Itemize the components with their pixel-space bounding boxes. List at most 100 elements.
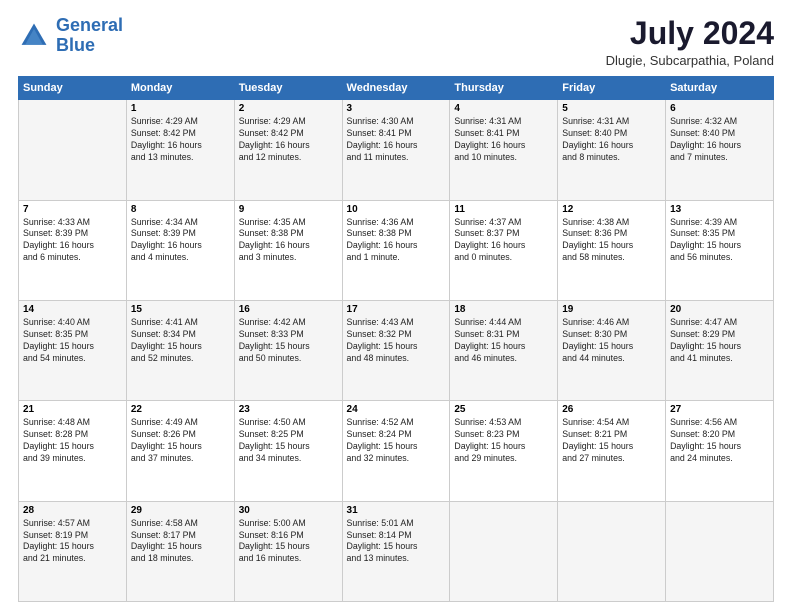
day-number: 26 (562, 404, 661, 415)
calendar-cell: 2 Sunrise: 4:29 AM Sunset: 8:42 PM Daylig… (234, 100, 342, 200)
day-number: 23 (239, 404, 338, 415)
day-number: 16 (239, 304, 338, 315)
calendar-week-row: 7 Sunrise: 4:33 AM Sunset: 8:39 PM Daylig… (19, 200, 774, 300)
calendar-cell (450, 501, 558, 601)
title-block: July 2024 Dlugie, Subcarpathia, Poland (606, 16, 774, 68)
calendar-week-row: 1 Sunrise: 4:29 AM Sunset: 8:42 PM Daylig… (19, 100, 774, 200)
calendar-week-row: 21Sunrise: 4:48 AM Sunset: 8:28 PM Dayli… (19, 401, 774, 501)
day-number: 28 (23, 505, 122, 516)
day-number: 13 (670, 204, 769, 215)
day-number: 8 (131, 204, 230, 215)
cell-info: Sunrise: 4:31 AM Sunset: 8:40 PM Dayligh… (562, 116, 661, 164)
weekday-header: Wednesday (342, 77, 450, 100)
cell-info: Sunrise: 5:01 AM Sunset: 8:14 PM Dayligh… (347, 518, 446, 566)
calendar-cell: 9 Sunrise: 4:35 AM Sunset: 8:38 PM Daylig… (234, 200, 342, 300)
calendar-cell: 31 Sunrise: 5:01 AM Sunset: 8:14 PM Dayli… (342, 501, 450, 601)
cell-info: Sunrise: 4:29 AM Sunset: 8:42 PM Dayligh… (239, 116, 338, 164)
cell-info: Sunrise: 4:50 AM Sunset: 8:25 PM Dayligh… (239, 417, 338, 465)
calendar-cell: 28 Sunrise: 4:57 AM Sunset: 8:19 PM Dayli… (19, 501, 127, 601)
calendar-cell: 7 Sunrise: 4:33 AM Sunset: 8:39 PM Daylig… (19, 200, 127, 300)
cell-info: Sunrise: 4:54 AM Sunset: 8:21 PM Dayligh… (562, 417, 661, 465)
cell-info: Sunrise: 4:42 AM Sunset: 8:33 PM Dayligh… (239, 317, 338, 365)
calendar-cell: 3Sunrise: 4:30 AM Sunset: 8:41 PM Daylig… (342, 100, 450, 200)
calendar-cell: 30 Sunrise: 5:00 AM Sunset: 8:16 PM Dayli… (234, 501, 342, 601)
logo-icon (18, 20, 50, 52)
cell-info: Sunrise: 4:39 AM Sunset: 8:35 PM Dayligh… (670, 217, 769, 265)
day-number: 7 (23, 204, 122, 215)
day-number: 5 (562, 103, 661, 114)
calendar-cell (19, 100, 127, 200)
calendar-cell (558, 501, 666, 601)
weekday-header: Tuesday (234, 77, 342, 100)
calendar-cell: 14 Sunrise: 4:40 AM Sunset: 8:35 PM Dayli… (19, 300, 127, 400)
logo-text: General Blue (56, 16, 123, 56)
calendar-cell: 29Sunrise: 4:58 AM Sunset: 8:17 PM Dayli… (126, 501, 234, 601)
cell-info: Sunrise: 4:52 AM Sunset: 8:24 PM Dayligh… (347, 417, 446, 465)
weekday-header: Thursday (450, 77, 558, 100)
calendar-cell: 13 Sunrise: 4:39 AM Sunset: 8:35 PM Dayli… (666, 200, 774, 300)
calendar-cell: 12Sunrise: 4:38 AM Sunset: 8:36 PM Dayli… (558, 200, 666, 300)
calendar-cell: 21Sunrise: 4:48 AM Sunset: 8:28 PM Dayli… (19, 401, 127, 501)
calendar-table: SundayMondayTuesdayWednesdayThursdayFrid… (18, 76, 774, 602)
day-number: 1 (131, 103, 230, 114)
cell-info: Sunrise: 4:57 AM Sunset: 8:19 PM Dayligh… (23, 518, 122, 566)
day-number: 25 (454, 404, 553, 415)
cell-info: Sunrise: 4:41 AM Sunset: 8:34 PM Dayligh… (131, 317, 230, 365)
calendar-cell: 25Sunrise: 4:53 AM Sunset: 8:23 PM Dayli… (450, 401, 558, 501)
cell-info: Sunrise: 4:44 AM Sunset: 8:31 PM Dayligh… (454, 317, 553, 365)
calendar-cell: 27Sunrise: 4:56 AM Sunset: 8:20 PM Dayli… (666, 401, 774, 501)
day-number: 17 (347, 304, 446, 315)
calendar-week-row: 14 Sunrise: 4:40 AM Sunset: 8:35 PM Dayli… (19, 300, 774, 400)
calendar-cell: 1 Sunrise: 4:29 AM Sunset: 8:42 PM Daylig… (126, 100, 234, 200)
day-number: 14 (23, 304, 122, 315)
day-number: 15 (131, 304, 230, 315)
cell-info: Sunrise: 5:00 AM Sunset: 8:16 PM Dayligh… (239, 518, 338, 566)
calendar-cell: 23 Sunrise: 4:50 AM Sunset: 8:25 PM Dayli… (234, 401, 342, 501)
day-number: 27 (670, 404, 769, 415)
day-number: 9 (239, 204, 338, 215)
day-number: 3 (347, 103, 446, 114)
cell-info: Sunrise: 4:31 AM Sunset: 8:41 PM Dayligh… (454, 116, 553, 164)
month-year: July 2024 (606, 16, 774, 51)
cell-info: Sunrise: 4:36 AM Sunset: 8:38 PM Dayligh… (347, 217, 446, 265)
calendar-cell: 15 Sunrise: 4:41 AM Sunset: 8:34 PM Dayli… (126, 300, 234, 400)
cell-info: Sunrise: 4:40 AM Sunset: 8:35 PM Dayligh… (23, 317, 122, 365)
cell-info: Sunrise: 4:48 AM Sunset: 8:28 PM Dayligh… (23, 417, 122, 465)
cell-info: Sunrise: 4:49 AM Sunset: 8:26 PM Dayligh… (131, 417, 230, 465)
cell-info: Sunrise: 4:32 AM Sunset: 8:40 PM Dayligh… (670, 116, 769, 164)
day-number: 24 (347, 404, 446, 415)
calendar-cell: 16 Sunrise: 4:42 AM Sunset: 8:33 PM Dayli… (234, 300, 342, 400)
logo: General Blue (18, 16, 123, 56)
cell-info: Sunrise: 4:38 AM Sunset: 8:36 PM Dayligh… (562, 217, 661, 265)
cell-info: Sunrise: 4:35 AM Sunset: 8:38 PM Dayligh… (239, 217, 338, 265)
calendar-cell: 5 Sunrise: 4:31 AM Sunset: 8:40 PM Daylig… (558, 100, 666, 200)
calendar-cell: 26 Sunrise: 4:54 AM Sunset: 8:21 PM Dayli… (558, 401, 666, 501)
weekday-header: Monday (126, 77, 234, 100)
calendar-cell: 10 Sunrise: 4:36 AM Sunset: 8:38 PM Dayli… (342, 200, 450, 300)
weekday-header: Sunday (19, 77, 127, 100)
day-number: 19 (562, 304, 661, 315)
day-number: 18 (454, 304, 553, 315)
day-number: 2 (239, 103, 338, 114)
cell-info: Sunrise: 4:29 AM Sunset: 8:42 PM Dayligh… (131, 116, 230, 164)
day-number: 20 (670, 304, 769, 315)
calendar-cell: 6Sunrise: 4:32 AM Sunset: 8:40 PM Daylig… (666, 100, 774, 200)
weekday-header: Friday (558, 77, 666, 100)
header: General Blue July 2024 Dlugie, Subcarpat… (18, 16, 774, 68)
calendar-body: 1 Sunrise: 4:29 AM Sunset: 8:42 PM Daylig… (19, 100, 774, 602)
day-number: 31 (347, 505, 446, 516)
cell-info: Sunrise: 4:33 AM Sunset: 8:39 PM Dayligh… (23, 217, 122, 265)
day-number: 10 (347, 204, 446, 215)
calendar-cell: 18 Sunrise: 4:44 AM Sunset: 8:31 PM Dayli… (450, 300, 558, 400)
calendar-cell: 4 Sunrise: 4:31 AM Sunset: 8:41 PM Daylig… (450, 100, 558, 200)
day-number: 4 (454, 103, 553, 114)
day-number: 30 (239, 505, 338, 516)
calendar-cell: 8Sunrise: 4:34 AM Sunset: 8:39 PM Daylig… (126, 200, 234, 300)
location: Dlugie, Subcarpathia, Poland (606, 53, 774, 68)
calendar-cell (666, 501, 774, 601)
cell-info: Sunrise: 4:37 AM Sunset: 8:37 PM Dayligh… (454, 217, 553, 265)
cell-info: Sunrise: 4:47 AM Sunset: 8:29 PM Dayligh… (670, 317, 769, 365)
cell-info: Sunrise: 4:46 AM Sunset: 8:30 PM Dayligh… (562, 317, 661, 365)
cell-info: Sunrise: 4:58 AM Sunset: 8:17 PM Dayligh… (131, 518, 230, 566)
calendar-cell: 19 Sunrise: 4:46 AM Sunset: 8:30 PM Dayli… (558, 300, 666, 400)
